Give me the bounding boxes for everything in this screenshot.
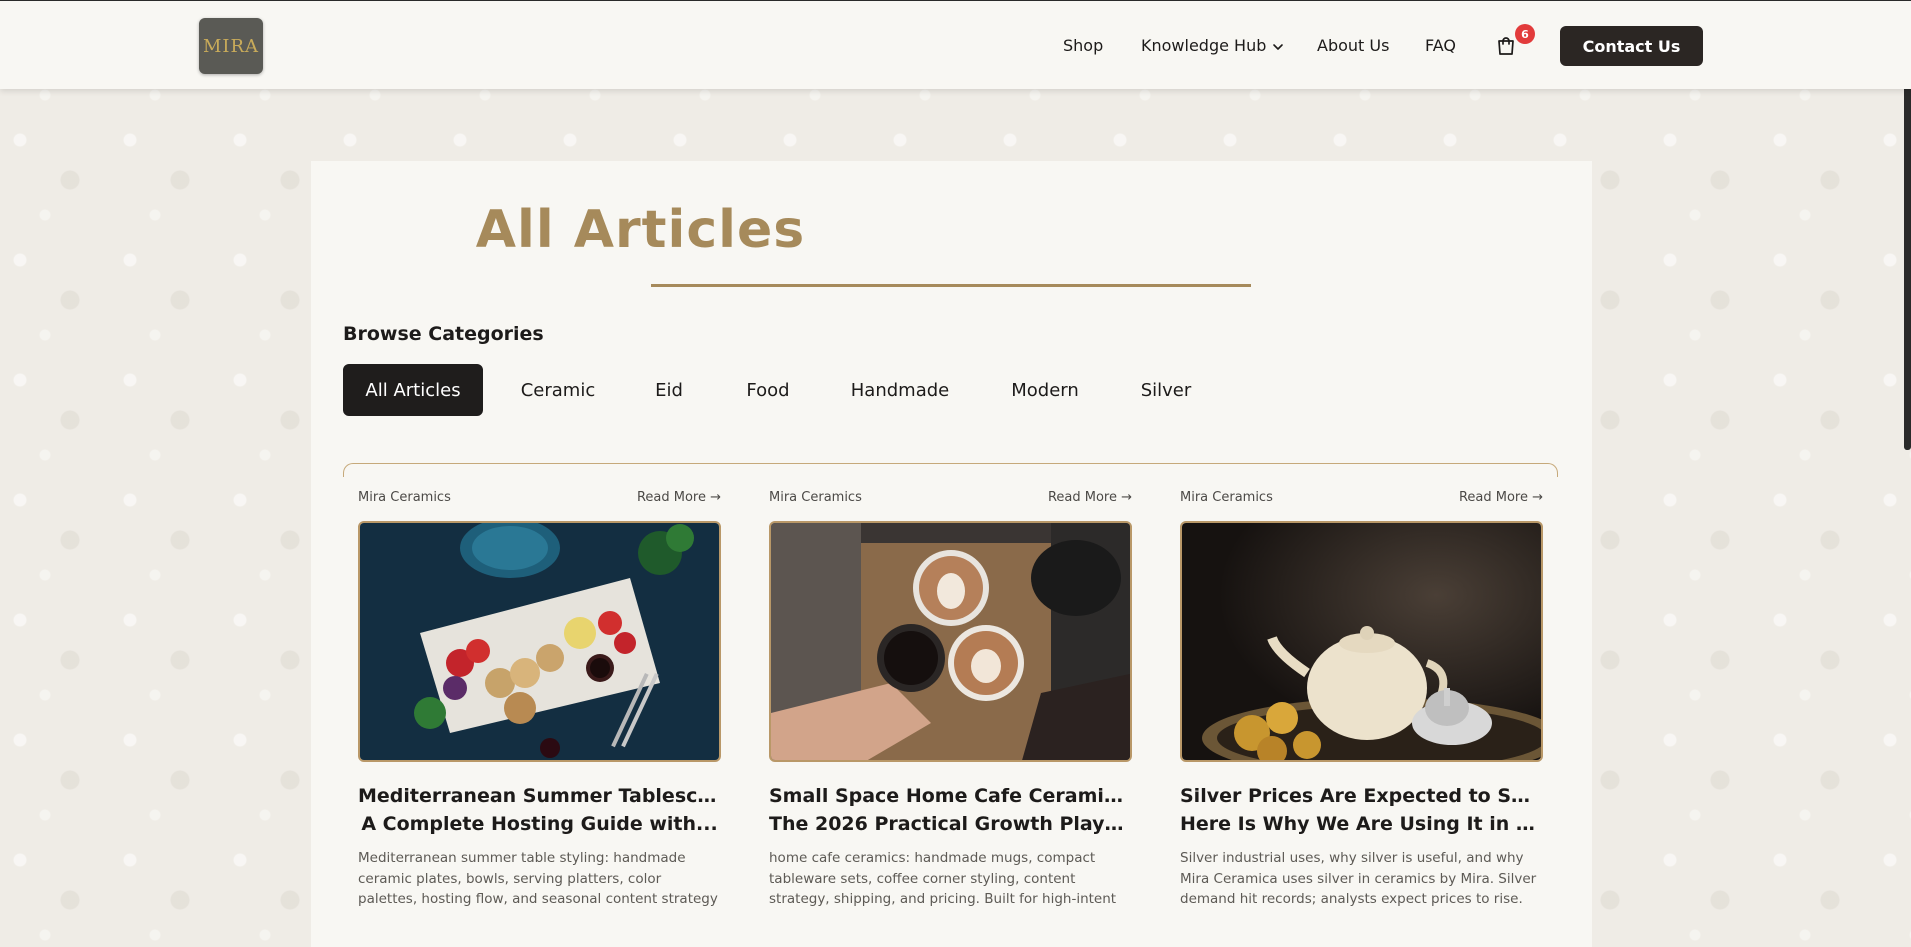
read-more-link[interactable]: Read More → xyxy=(637,490,721,505)
article-card[interactable]: Mira Ceramics Read More → Small Space Ho… xyxy=(769,488,1132,907)
article-title[interactable]: Small Space Home Cafe Ceramics: The 2026… xyxy=(769,782,1132,838)
article-meta: Mira Ceramics Read More → xyxy=(769,488,1132,508)
category-modern[interactable]: Modern xyxy=(989,364,1101,416)
category-handmade[interactable]: Handmade xyxy=(831,364,969,416)
read-more-link[interactable]: Read More → xyxy=(1048,490,1132,505)
article-description: home cafe ceramics: handmade mugs, compa… xyxy=(769,850,1117,907)
nav-about[interactable]: About Us xyxy=(1317,36,1389,55)
article-title-line1: Silver Prices Are Expected to Soar xyxy=(1180,785,1543,807)
chevron-down-icon xyxy=(1273,43,1284,50)
article-title[interactable]: Silver Prices Are Expected to Soar Here … xyxy=(1180,782,1543,838)
article-title-line1: Small Space Home Cafe Ceramics: xyxy=(769,785,1132,807)
cart-count-badge: 6 xyxy=(1515,24,1535,44)
shopping-bag-icon[interactable] xyxy=(1495,35,1517,57)
category-ceramic[interactable]: Ceramic xyxy=(503,364,613,416)
nav-knowledge-hub-label: Knowledge Hub xyxy=(1141,36,1267,55)
article-author: Mira Ceramics xyxy=(358,490,451,505)
article-meta: Mira Ceramics Read More → xyxy=(1180,488,1543,508)
read-more-link[interactable]: Read More → xyxy=(1459,490,1543,505)
article-title[interactable]: Mediterranean Summer Tablescapes: A Comp… xyxy=(358,782,721,838)
section-divider xyxy=(343,463,1558,477)
title-underline xyxy=(651,284,1251,287)
article-title-line1: Mediterranean Summer Tablescapes: xyxy=(358,785,721,807)
article-meta: Mira Ceramics Read More → xyxy=(358,488,721,508)
food-platter-illustration xyxy=(360,523,719,760)
article-title-line2: A Complete Hosting Guide with... xyxy=(361,813,718,835)
category-eid[interactable]: Eid xyxy=(633,364,705,416)
page-title: All Articles xyxy=(475,200,806,260)
article-image-coffee-cups[interactable] xyxy=(769,521,1132,762)
category-all-articles[interactable]: All Articles xyxy=(343,364,483,416)
nav-knowledge-hub[interactable]: Knowledge Hub xyxy=(1141,36,1284,55)
contact-us-button[interactable]: Contact Us xyxy=(1560,26,1703,66)
article-description: Silver industrial uses, why silver is us… xyxy=(1180,850,1537,907)
article-card[interactable]: Mira Ceramics Read More → xyxy=(358,488,721,907)
article-author: Mira Ceramics xyxy=(769,490,862,505)
logo-text: MIRA xyxy=(202,35,260,57)
article-image-food-platter[interactable] xyxy=(358,521,721,762)
article-title-line2: The 2026 Practical Growth Playbook xyxy=(769,813,1132,835)
category-food[interactable]: Food xyxy=(725,364,811,416)
article-card[interactable]: Mira Ceramics Read More → xyxy=(1180,488,1543,907)
coffee-cups-illustration xyxy=(771,523,1130,760)
article-title-line2: Here Is Why We Are Using It in Ou... xyxy=(1180,813,1543,835)
site-header: MIRA Shop Knowledge Hub About Us FAQ 6 C… xyxy=(0,0,1911,89)
browse-categories-heading: Browse Categories xyxy=(343,323,544,345)
nav-faq[interactable]: FAQ xyxy=(1425,36,1456,55)
article-image-teapot-silver[interactable] xyxy=(1180,521,1543,762)
logo[interactable]: MIRA xyxy=(199,18,263,74)
teapot-illustration xyxy=(1182,523,1541,760)
article-author: Mira Ceramics xyxy=(1180,490,1273,505)
nav-shop[interactable]: Shop xyxy=(1063,36,1103,55)
category-silver[interactable]: Silver xyxy=(1121,364,1211,416)
article-description: Mediterranean summer table styling: hand… xyxy=(358,850,718,907)
